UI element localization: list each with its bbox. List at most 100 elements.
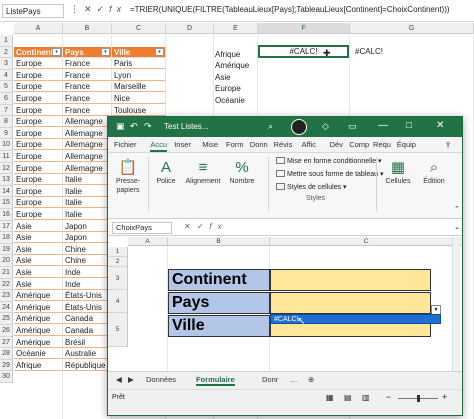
row-header-5[interactable]: 5 — [108, 313, 128, 347]
table-cell[interactable]: Asie — [14, 232, 63, 244]
font-button[interactable]: A Police — [150, 159, 182, 186]
table-cell[interactable]: Europe — [14, 174, 63, 186]
table-cell[interactable]: Nice — [112, 93, 166, 104]
row-header-21[interactable]: 21 — [0, 267, 13, 279]
table-cell[interactable]: Toulouse — [112, 104, 166, 116]
row-header-1[interactable]: 1 — [0, 35, 13, 47]
table-cell[interactable]: Allemagne — [63, 139, 112, 151]
table-cell[interactable]: Lyon — [112, 69, 166, 81]
tab-2[interactable]: Inser — [174, 140, 191, 149]
more-sheets-icon[interactable]: … — [290, 375, 298, 384]
sheet-tab-donr[interactable]: Donr — [262, 375, 278, 384]
table-cell[interactable]: Europe — [14, 69, 63, 81]
selected-cell-f2[interactable]: #CALC! — [258, 45, 349, 58]
table-header-2[interactable]: Ville ▾ — [112, 46, 166, 58]
formula-tools[interactable]: ✕✓fx — [184, 222, 228, 231]
table-header-0[interactable]: Continent ▾ — [14, 46, 63, 58]
table-cell[interactable]: Europe — [14, 197, 63, 209]
table-cell[interactable]: Europe — [14, 81, 63, 93]
table-cell[interactable]: Europe — [14, 162, 63, 174]
table-cell[interactable]: Europe — [14, 93, 63, 104]
row-header-29[interactable]: 29 — [0, 359, 13, 372]
row-header-2[interactable]: 2 — [0, 46, 13, 59]
table-cell[interactable]: Italie — [63, 209, 112, 220]
row-header-24[interactable]: 24 — [0, 301, 13, 314]
row-header-23[interactable]: 23 — [0, 290, 13, 302]
column-header-b[interactable]: B — [168, 237, 270, 246]
table-cell[interactable]: Japon — [63, 232, 112, 244]
column-header-e[interactable]: E — [214, 23, 258, 34]
row-header-20[interactable]: 20 — [0, 255, 13, 267]
formula-text[interactable]: =TRIER(UNIQUE(FILTRE(TableauLieux[Pays];… — [130, 5, 450, 14]
table-cell[interactable]: Canada — [63, 325, 112, 336]
filter-dropdown-icon[interactable]: ▾ — [155, 47, 164, 56]
redo-icon[interactable]: ↷ — [144, 121, 152, 132]
table-cell[interactable]: Afrique — [14, 359, 63, 371]
row-header-18[interactable]: 18 — [0, 232, 13, 244]
table-cell[interactable]: Chine — [63, 255, 112, 267]
row-header-17[interactable]: 17 — [0, 220, 13, 233]
table-cell[interactable]: France — [63, 104, 112, 116]
table-cell[interactable]: Amérique — [14, 313, 63, 325]
table-cell[interactable]: Europe — [14, 209, 63, 220]
table-cell[interactable]: France — [63, 58, 112, 70]
label-cell-pays[interactable]: Pays — [168, 292, 270, 314]
tab-3[interactable]: Mise — [202, 140, 218, 149]
next-sheet-icon[interactable]: ▶ — [128, 375, 134, 384]
table-cell[interactable]: États-Unis — [63, 290, 112, 302]
tab-10[interactable]: Requ — [373, 140, 391, 149]
table-cell[interactable]: République — [63, 359, 112, 371]
row-header-27[interactable]: 27 — [0, 336, 13, 349]
table-header-1[interactable]: Pays ▾ — [63, 46, 112, 58]
close-button[interactable]: ✕ — [436, 120, 444, 131]
page-layout-icon[interactable]: ▤ — [344, 393, 352, 402]
table-cell[interactable]: Italie — [63, 174, 112, 186]
minimize-button[interactable]: — — [378, 120, 388, 131]
tab-7[interactable]: Affic — [302, 140, 316, 149]
row-header-10[interactable]: 10 — [0, 139, 13, 151]
column-header-g[interactable]: G — [350, 23, 474, 34]
row-header-30[interactable]: 30 — [0, 371, 13, 383]
row-header-4[interactable]: 4 — [0, 69, 13, 82]
save-icon[interactable]: ▣ — [116, 121, 125, 132]
label-cell-ville[interactable]: Ville — [168, 315, 270, 337]
paste-button[interactable]: 📋 Presse-papiers — [112, 159, 144, 195]
table-cell[interactable]: Asie — [14, 243, 63, 255]
row-header-22[interactable]: 22 — [0, 278, 13, 291]
table-cell[interactable]: Europe — [14, 185, 63, 197]
tab-1[interactable]: Accu — [150, 140, 168, 152]
tab-9[interactable]: Comp — [349, 140, 369, 149]
table-cell[interactable]: Allemagne — [63, 127, 112, 139]
row-header-5[interactable]: 5 — [0, 81, 13, 93]
table-cell[interactable]: Europe — [14, 104, 63, 116]
zoom-out-icon[interactable]: − — [386, 392, 391, 402]
table-cell[interactable]: Allemagne — [63, 116, 112, 128]
tab-4[interactable]: Form — [226, 140, 244, 149]
conditional-format-button[interactable]: Mise en forme conditionnelle ▾ — [276, 157, 382, 165]
continent-list-item[interactable]: Océanie — [215, 95, 245, 106]
tab-0[interactable]: Fichier — [114, 140, 137, 149]
row-header-25[interactable]: 25 — [0, 313, 13, 325]
row-header-13[interactable]: 13 — [0, 174, 13, 186]
column-header-f[interactable]: F — [258, 23, 350, 34]
row-header-3[interactable]: 3 — [0, 58, 13, 70]
ribbon-display-icon[interactable]: ▭ — [348, 121, 357, 132]
collapse-ribbon-icon[interactable]: ⌃ — [454, 205, 460, 213]
table-cell[interactable]: Océanie — [14, 348, 63, 360]
tab-6[interactable]: Révis — [274, 140, 293, 149]
prev-sheet-icon[interactable]: ◀ — [116, 375, 122, 384]
table-cell[interactable]: Paris — [112, 58, 166, 70]
column-header-c[interactable]: C — [270, 237, 462, 246]
row-header-8[interactable]: 8 — [0, 116, 13, 128]
filter-dropdown-icon[interactable]: ▾ — [101, 47, 110, 56]
table-cell[interactable]: Europe — [14, 58, 63, 70]
label-cell-continent[interactable]: Continent — [168, 269, 270, 291]
row-header-16[interactable]: 16 — [0, 209, 13, 221]
table-cell[interactable]: États-Unis — [63, 301, 112, 313]
cell-g2[interactable]: #CALC! — [355, 46, 383, 57]
table-cell[interactable]: Brésil — [63, 336, 112, 348]
table-cell[interactable]: Amérique — [14, 301, 63, 313]
sheet-tab-donnees[interactable]: Données — [146, 375, 176, 384]
cell-styles-button[interactable]: Styles de cellules ▾ — [276, 183, 347, 191]
continent-list-item[interactable]: Europe — [215, 83, 241, 94]
